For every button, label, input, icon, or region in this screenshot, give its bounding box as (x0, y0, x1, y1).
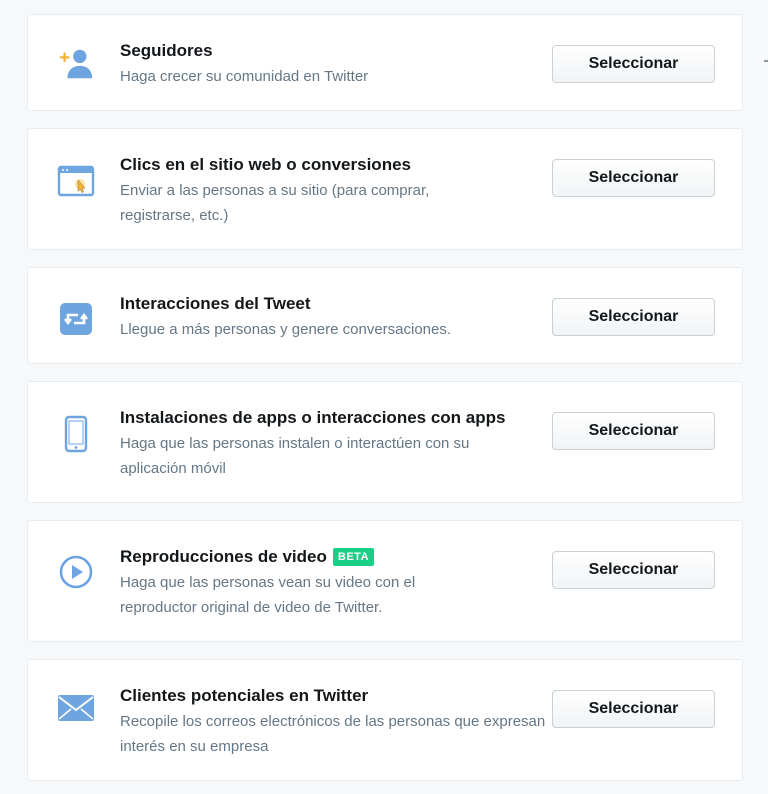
objective-title-text: Interacciones del Tweet (120, 294, 311, 313)
edge-divider (764, 60, 768, 62)
objective-title-text: Clientes potenciales en Twitter (120, 686, 369, 705)
select-leads-button[interactable]: Seleccionar (552, 690, 715, 728)
objective-description: Recopile los correos electrónicos de las… (120, 713, 546, 755)
objective-title: Seguidores (120, 41, 213, 61)
mobile-phone-icon (56, 414, 96, 454)
website-click-icon (56, 161, 96, 201)
objective-title-text: Reproducciones de video (120, 547, 327, 566)
select-website-clicks-button[interactable]: Seleccionar (552, 159, 715, 197)
objective-title: Instalaciones de apps o interacciones co… (120, 408, 505, 428)
beta-badge: BETA (332, 548, 375, 566)
objective-description: Haga que las personas vean su video con … (120, 574, 416, 616)
objective-card-leads: Clientes potenciales en Twitter Recopile… (27, 659, 743, 781)
objective-title-text: Seguidores (120, 41, 213, 60)
objective-card-website-clicks: Clics en el sitio web o conversiones Env… (27, 128, 743, 250)
objective-description: Enviar a las personas a su sitio (para c… (120, 182, 430, 224)
objective-title-text: Instalaciones de apps o interacciones co… (120, 408, 506, 427)
objective-title: Interacciones del Tweet (120, 294, 311, 314)
objective-title: Clientes potenciales en Twitter (120, 686, 368, 706)
campaign-objective-list: Seguidores Haga crecer su comunidad en T… (0, 0, 768, 794)
objective-card-app-installs: Instalaciones de apps o interacciones co… (27, 381, 743, 503)
objective-title: Clics en el sitio web o conversiones (120, 155, 411, 175)
objective-description: Haga que las personas instalen o interac… (120, 435, 470, 477)
objective-title: Reproducciones de video BETA (120, 547, 375, 567)
select-tweet-engagements-button[interactable]: Seleccionar (552, 298, 715, 336)
retweet-icon (56, 299, 96, 339)
select-app-installs-button[interactable]: Seleccionar (552, 412, 715, 450)
envelope-icon (56, 688, 96, 728)
add-follower-icon (56, 44, 96, 84)
select-followers-button[interactable]: Seleccionar (552, 45, 715, 83)
objective-card-tweet-engagements: Interacciones del Tweet Llegue a más per… (27, 267, 743, 364)
objective-card-followers: Seguidores Haga crecer su comunidad en T… (27, 14, 743, 111)
objective-card-video-views: Reproducciones de video BETA Haga que la… (27, 520, 743, 642)
objective-description: Haga crecer su comunidad en Twitter (120, 68, 369, 85)
select-video-views-button[interactable]: Seleccionar (552, 551, 715, 589)
objective-title-text: Clics en el sitio web o conversiones (120, 155, 411, 174)
play-icon (56, 552, 96, 592)
objective-description: Llegue a más personas y genere conversac… (120, 321, 452, 338)
